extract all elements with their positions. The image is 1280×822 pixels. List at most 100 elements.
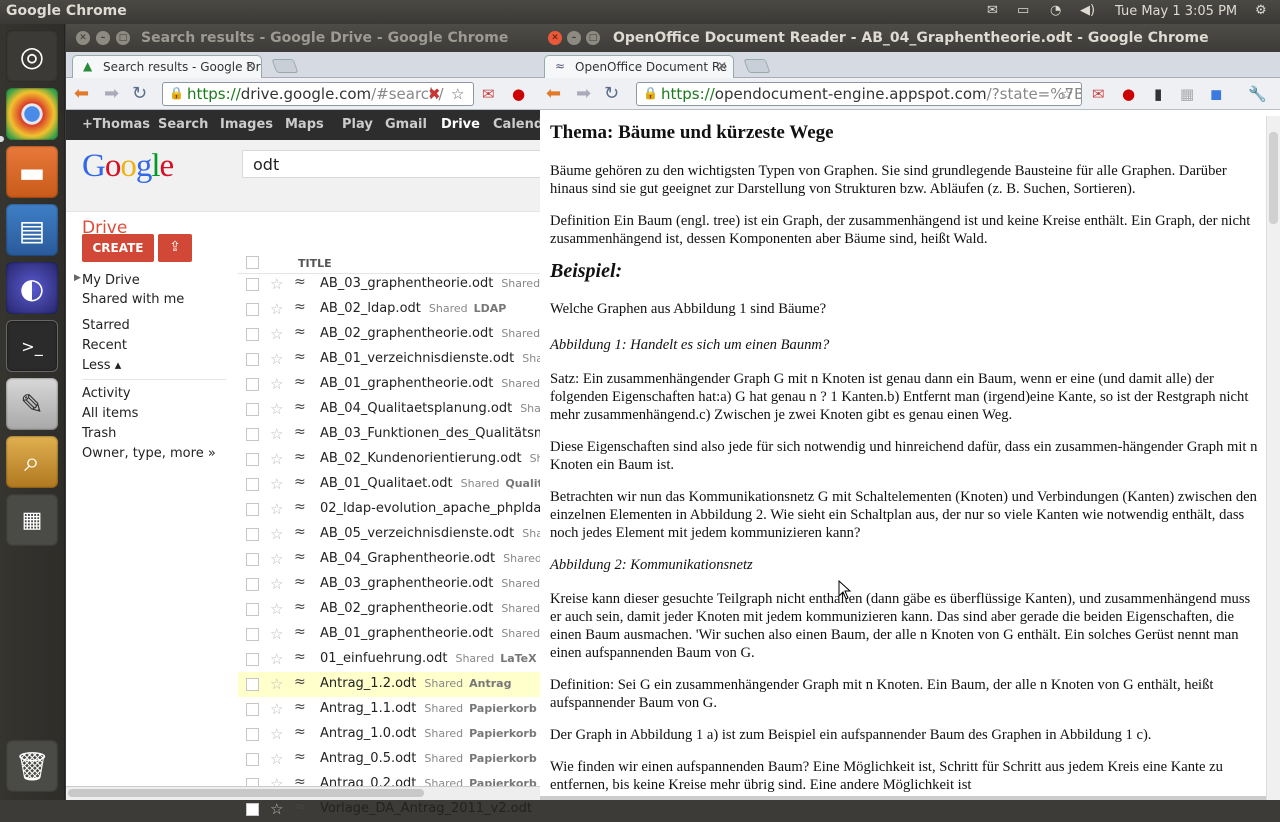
reload-icon[interactable]: ↻ [604,83,619,104]
trash-icon[interactable]: 🗑 [6,740,58,792]
folder-label[interactable]: LDAP [474,302,507,315]
file-title[interactable]: 01_einfuehrung.odt [320,651,447,666]
ubuntu-logo-icon[interactable]: ◎ [6,30,58,82]
file-name[interactable]: AB_02_graphentheorie.odtSharedGra [320,326,540,341]
file-name[interactable]: AB_05_verzeichnisdienste.odtShared [320,526,540,541]
folder-label[interactable]: Antrag [469,677,511,690]
file-name[interactable]: AB_01_verzeichnisdienste.odtShared [320,351,540,366]
file-row[interactable]: ☆≈AB_03_graphentheorie.odtSharedGra [238,572,540,597]
file-title[interactable]: Antrag_1.1.odt [320,701,416,716]
file-row[interactable]: ☆≈AB_02_ldap.odtSharedLDAP [238,297,540,322]
files-icon[interactable]: ▬ [6,146,58,198]
file-name[interactable]: Antrag_1.0.odtSharedPapierkorb [320,726,537,741]
file-title[interactable]: AB_02_graphentheorie.odt [320,601,493,616]
bookmark-star-icon[interactable]: ☆ [1060,85,1073,103]
back-icon[interactable]: ⬅ [546,83,561,104]
star-icon[interactable]: ☆ [270,700,283,718]
file-row[interactable]: ☆≈Antrag_0.5.odtSharedPapierkorb [238,747,540,772]
file-title[interactable]: AB_04_Graphentheorie.odt [320,551,495,566]
file-title[interactable]: AB_05_verzeichnisdienste.odt [320,526,514,541]
tab-close-icon[interactable]: ✕ [717,59,727,73]
file-title[interactable]: 02_ldap-evolution_apache_phpldapad [320,501,540,516]
horizontal-scrollbar[interactable] [66,786,540,800]
writer-icon[interactable]: ▤ [6,204,58,256]
star-icon[interactable]: ☆ [270,625,283,643]
close-icon[interactable]: ✕ [76,31,90,45]
file-row[interactable]: ☆≈AB_05_verzeichnisdienste.odtShared [238,522,540,547]
file-title[interactable]: Antrag_1.0.odt [320,726,416,741]
eclipse-icon[interactable]: ◐ [6,262,58,314]
volume-icon[interactable]: ◀) [1080,3,1095,18]
file-name[interactable]: AB_03_graphentheorie.odtSharedGra [320,576,540,591]
scrollbar-thumb[interactable] [68,789,424,797]
wrench-icon[interactable]: 🔧 [1248,85,1267,103]
file-row[interactable]: ☆≈AB_01_graphentheorie.odtSharedGra [238,622,540,647]
star-icon[interactable]: ☆ [270,475,283,493]
file-checkbox[interactable] [246,328,259,341]
star-icon[interactable]: ☆ [270,425,283,443]
file-row[interactable]: ☆≈Vorlage_DA_Antrag_2011_v2.odtShared [238,797,540,822]
nav-my-drive[interactable]: My Drive [82,273,140,288]
file-checkbox[interactable] [246,753,259,766]
google-extension-icon[interactable]: ◼ [1210,85,1222,103]
close-icon[interactable]: ✕ [548,31,562,45]
file-checkbox[interactable] [246,678,259,691]
file-checkbox[interactable] [246,353,259,366]
file-row[interactable]: ☆≈AB_03_graphentheorie.odtSharedGra [238,272,540,297]
file-checkbox[interactable] [246,278,259,291]
gmail-extension-icon[interactable]: ✉ [482,85,495,103]
nav-starred[interactable]: Starred [82,318,130,333]
file-title[interactable]: AB_04_Qualitaetsplanung.odt [320,401,512,416]
file-checkbox[interactable] [246,403,259,416]
file-checkbox[interactable] [246,503,259,516]
file-checkbox[interactable] [246,653,259,666]
file-name[interactable]: AB_01_graphentheorie.odtSharedGra [320,376,540,391]
extension-icon[interactable]: ● [1122,85,1135,103]
star-icon[interactable]: ☆ [270,550,283,568]
file-row[interactable]: ☆≈AB_01_graphentheorie.odtSharedGra [238,372,540,397]
file-name[interactable]: 01_einfuehrung.odtSharedLaTeX [320,651,537,666]
text-editor-icon[interactable]: ✎ [6,378,58,430]
file-name[interactable]: AB_01_Qualitaet.odtSharedQualitäts [320,476,540,491]
back-icon[interactable]: ⬅ [74,83,89,104]
file-name[interactable]: 02_ldap-evolution_apache_phpldapad [320,501,540,516]
file-name[interactable]: AB_02_Kundenorientierung.odtShared [320,451,540,466]
gbar-play[interactable]: Play [342,117,373,132]
file-title[interactable]: AB_03_graphentheorie.odt [320,576,493,591]
file-title[interactable]: AB_01_graphentheorie.odt [320,626,493,641]
file-name[interactable]: AB_03_Funktionen_des_Qualitätsmar [320,426,540,441]
upload-button[interactable]: ⇪ [158,234,192,262]
file-title[interactable]: AB_02_graphentheorie.odt [320,326,493,341]
star-icon[interactable]: ☆ [270,325,283,343]
star-icon[interactable]: ☆ [270,400,283,418]
gbar-gmail[interactable]: Gmail [385,117,427,132]
file-row[interactable]: ☆≈AB_02_graphentheorie.odtSharedGra [238,322,540,347]
new-tab-button[interactable] [743,59,770,73]
vertical-scrollbar[interactable] [1266,116,1280,800]
file-row[interactable]: ☆≈Antrag_1.2.odtSharedAntrag [238,672,540,697]
file-name[interactable]: AB_02_graphentheorie.odtSharedGra [320,601,540,616]
file-title[interactable]: AB_02_Kundenorientierung.odt [320,451,522,466]
wifi-icon[interactable]: ◔ [1050,3,1061,18]
address-bar[interactable]: 🔒 https://opendocument-engine.appspot.co… [636,82,1082,106]
title-column-header[interactable]: TITLE [298,257,332,270]
blocked-icon[interactable]: ✖ [428,85,441,103]
file-title[interactable]: AB_01_Qualitaet.odt [320,476,453,491]
horizontal-scrollbar[interactable] [540,796,1266,800]
star-icon[interactable]: ☆ [270,725,283,743]
minimize-icon[interactable]: – [567,31,581,45]
bookmark-star-icon[interactable]: ☆ [451,85,464,103]
bookmark-icon[interactable]: ▮ [1154,85,1162,103]
new-tab-button[interactable] [271,59,298,73]
expand-arrow-icon[interactable]: ▶ [74,273,81,283]
file-name[interactable]: AB_04_Graphentheorie.odtSharedGra [320,551,540,566]
file-name[interactable]: Antrag_1.1.odtSharedPapierkorb [320,701,537,716]
nav-trash[interactable]: Trash [82,426,116,441]
file-checkbox[interactable] [246,378,259,391]
file-row[interactable]: ☆≈Antrag_1.1.odtSharedPapierkorb [238,697,540,722]
file-row[interactable]: ☆≈AB_04_Qualitaetsplanung.odtShared [238,397,540,422]
gbar-drive[interactable]: Drive [441,117,480,132]
file-name[interactable]: Antrag_0.5.odtSharedPapierkorb [320,751,537,766]
nav-activity[interactable]: Activity [82,386,131,401]
file-row[interactable]: ☆≈02_ldap-evolution_apache_phpldapad [238,497,540,522]
